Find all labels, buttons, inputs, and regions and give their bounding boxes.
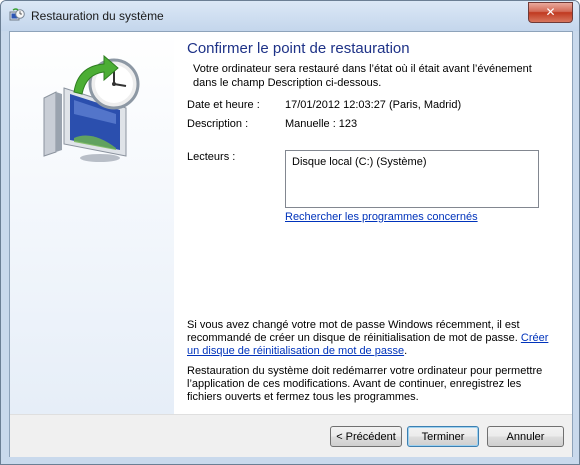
- description-label: Description :: [187, 118, 249, 130]
- affected-programs-link[interactable]: Rechercher les programmes concernés: [285, 211, 478, 223]
- title-bar[interactable]: Restauration du système ✕: [1, 1, 579, 31]
- list-item[interactable]: Disque local (C:) (Système): [292, 156, 426, 168]
- wizard-client-area: Confirmer le point de restauration Votre…: [9, 31, 573, 457]
- password-text: Si vous avez changé votre mot de passe W…: [187, 319, 520, 344]
- description-value: Manuelle : 123: [285, 118, 358, 130]
- system-restore-icon: [9, 8, 25, 21]
- system-restore-window: Restauration du système ✕ Confirmer le p…: [0, 0, 580, 465]
- drives-list[interactable]: Disque local (C:) (Système): [285, 150, 539, 208]
- back-button[interactable]: < Précédent: [330, 426, 402, 447]
- date-label: Date et heure :: [187, 99, 260, 111]
- window-title: Restauration du système: [31, 9, 164, 23]
- date-value: 17/01/2012 12:03:27 (Paris, Madrid): [285, 99, 462, 111]
- computer-clock-restore-icon: [43, 54, 140, 162]
- finish-button[interactable]: Terminer: [407, 426, 479, 447]
- wizard-content: Confirmer le point de restauration Votre…: [185, 32, 565, 414]
- restart-notice: Restauration du système doit redémarrer …: [187, 365, 543, 403]
- page-title: Confirmer le point de restauration: [187, 40, 410, 57]
- cancel-button[interactable]: Annuler: [487, 426, 564, 447]
- close-button[interactable]: ✕: [528, 2, 573, 23]
- wizard-side-panel: [10, 32, 174, 414]
- intro-text: Votre ordinateur sera restauré dans l’ét…: [193, 63, 532, 89]
- button-bar: < Précédent Terminer Annuler: [10, 414, 572, 457]
- close-icon: ✕: [545, 5, 556, 19]
- drives-label: Lecteurs :: [187, 151, 236, 163]
- password-notice: Si vous avez changé votre mot de passe W…: [187, 319, 549, 357]
